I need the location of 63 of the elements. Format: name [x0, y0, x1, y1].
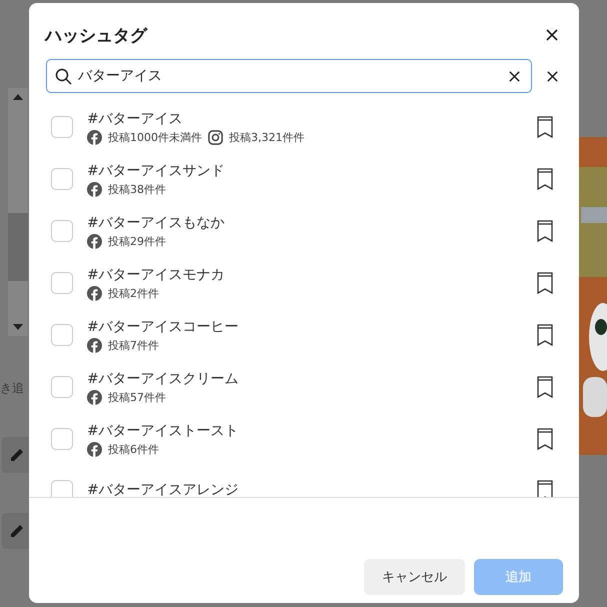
close-icon — [546, 70, 559, 82]
facebook-icon — [87, 286, 102, 300]
hashtag-label: #バターアイスサンド — [87, 162, 226, 180]
instagram-icon — [208, 130, 223, 144]
bookmark-icon — [537, 272, 553, 294]
search-field[interactable]: バターアイス — [46, 59, 532, 93]
hashtag-label: #バターアイスクリーム — [87, 370, 240, 388]
search-icon — [55, 68, 72, 84]
bookmark-icon — [537, 480, 553, 497]
post-count: 投稿6件件 — [108, 442, 159, 456]
bookmark-icon — [537, 376, 553, 398]
post-count: 投稿2件件 — [108, 286, 159, 300]
post-count: 投稿3,321件件 — [229, 130, 304, 144]
facebook-icon — [87, 234, 102, 248]
pencil-icon — [9, 447, 25, 463]
post-count: 投稿7件件 — [108, 338, 159, 352]
checkbox[interactable] — [51, 428, 73, 450]
post-count: 投稿57件件 — [108, 390, 166, 404]
bookmark-button[interactable] — [535, 478, 555, 497]
checkbox[interactable] — [51, 168, 73, 190]
hashtag-label: #バターアイスモナカ — [87, 266, 226, 284]
post-count: 投稿29件件 — [108, 234, 166, 248]
facebook-icon — [87, 182, 102, 196]
checkbox[interactable] — [51, 116, 73, 138]
bookmark-icon — [537, 428, 553, 450]
bookmark-icon — [537, 220, 553, 242]
hashtag-label: #バターアイスアレンジ — [87, 481, 240, 497]
bookmark-icon — [537, 324, 553, 346]
bookmark-button[interactable] — [535, 114, 555, 140]
facebook-icon — [87, 442, 102, 456]
checkbox[interactable] — [51, 272, 73, 294]
checkbox[interactable] — [51, 220, 73, 242]
scrollbar[interactable] — [8, 88, 28, 336]
background-text: き追 — [0, 380, 25, 397]
cancel-button[interactable]: キャンセル — [364, 559, 465, 595]
checkbox[interactable] — [51, 480, 73, 497]
close-icon — [545, 28, 559, 42]
bookmark-button[interactable] — [535, 218, 555, 244]
checkbox[interactable] — [51, 376, 73, 398]
facebook-icon — [87, 390, 102, 404]
hashtag-label: #バターアイスもなか — [87, 214, 226, 232]
clear-icon — [508, 70, 521, 82]
facebook-icon — [87, 130, 102, 144]
facebook-icon — [87, 338, 102, 352]
bookmark-button[interactable] — [535, 426, 555, 452]
edit-button[interactable] — [2, 513, 32, 549]
bookmark-icon — [537, 168, 553, 190]
bookmark-button[interactable] — [535, 374, 555, 400]
pencil-icon — [9, 523, 25, 539]
hashtag-label: #バターアイストースト — [87, 422, 240, 440]
bookmark-button[interactable] — [535, 322, 555, 348]
up-arrow-icon — [13, 94, 23, 100]
down-arrow-icon — [13, 324, 23, 330]
checkbox[interactable] — [51, 324, 73, 346]
bookmark-button[interactable] — [535, 270, 555, 296]
post-count: 投稿38件件 — [108, 182, 166, 196]
post-count: 投稿1000件未満件 — [108, 130, 202, 144]
edit-button[interactable] — [2, 437, 32, 473]
dialog-title: ハッシュタグ — [45, 24, 147, 46]
hashtag-label: #バターアイスコーヒー — [87, 318, 240, 336]
hashtag-label: #バターアイス — [87, 110, 184, 128]
bookmark-icon — [537, 116, 553, 138]
bookmark-button[interactable] — [535, 166, 555, 192]
